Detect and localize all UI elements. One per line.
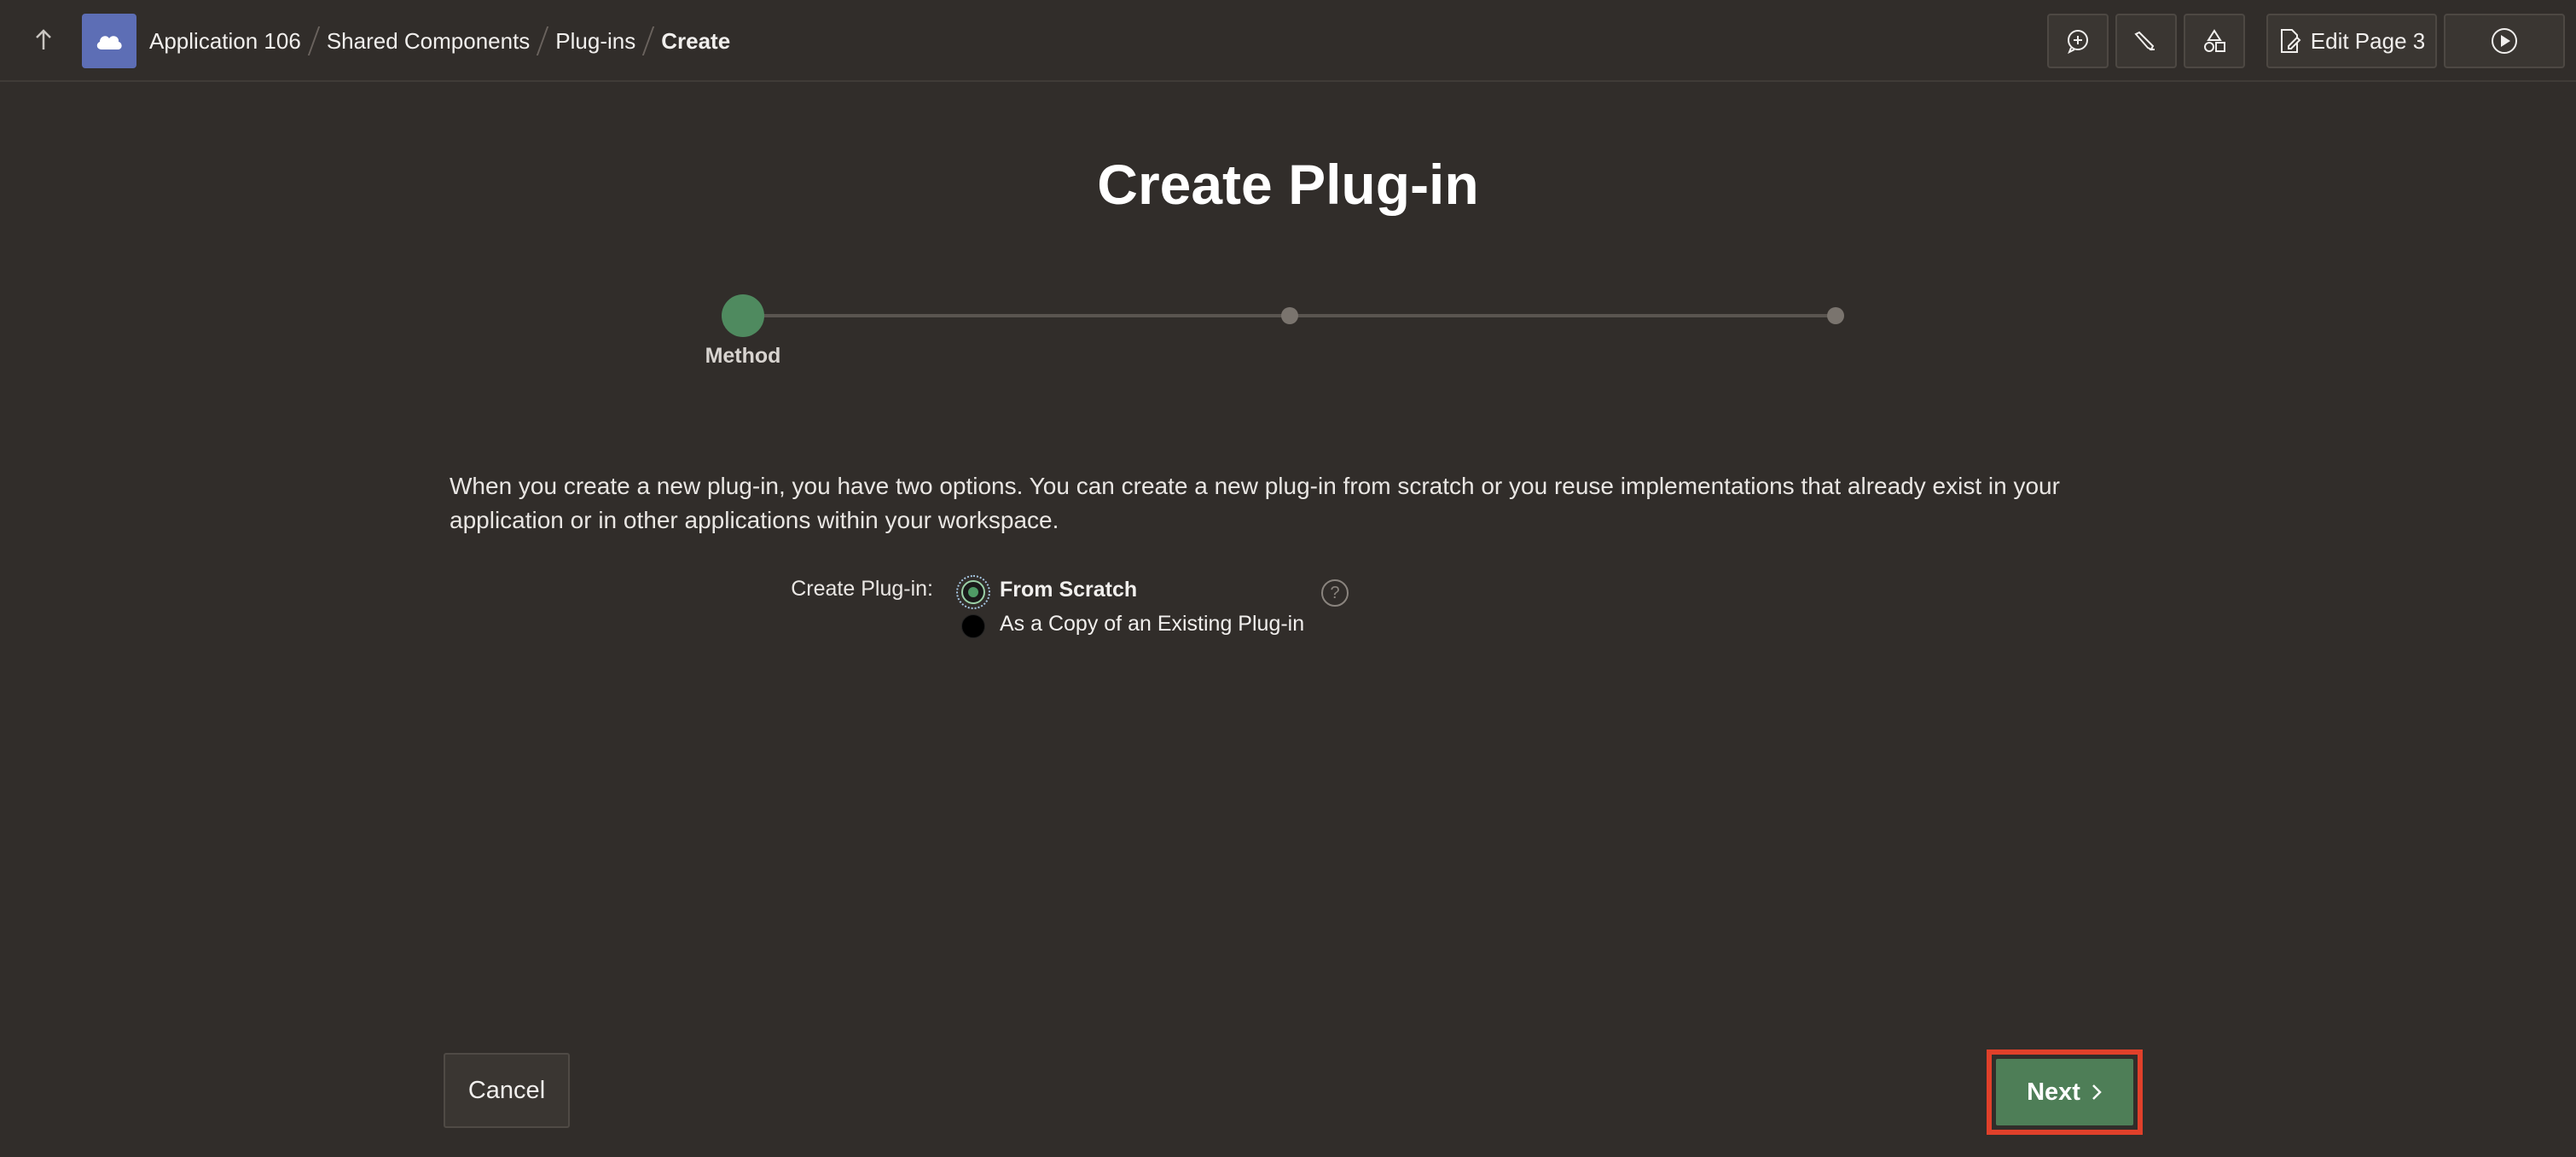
edit-page-label: Edit Page 3: [2310, 27, 2426, 54]
arrow-up-icon[interactable]: [31, 22, 56, 56]
pencil-icon: [2134, 31, 2155, 51]
wizard-step-3-marker: [1827, 307, 1844, 324]
page-title: Create Plug-in: [1097, 153, 1479, 216]
radio-selected-dot: [968, 587, 978, 597]
breadcrumb-application[interactable]: Application 106: [149, 28, 301, 55]
debug-button[interactable]: [2115, 14, 2177, 68]
comment-add-icon: [2068, 30, 2088, 55]
breadcrumb-separator: [537, 26, 549, 55]
help-icon[interactable]: ?: [1321, 579, 1349, 607]
wizard-step-2-marker: [1281, 307, 1298, 324]
cloud-icon: [96, 36, 122, 49]
from-scratch-radio[interactable]: [956, 575, 990, 609]
breadcrumb-shared-components[interactable]: Shared Components: [327, 28, 530, 55]
copy-existing-radio[interactable]: [961, 614, 985, 638]
breadcrumb-separator: [307, 26, 320, 55]
breadcrumb-plug-ins[interactable]: Plug-ins: [555, 28, 635, 55]
breadcrumb-separator: [642, 26, 655, 55]
next-label: Next: [2027, 1078, 2080, 1106]
wizard-step-1-label: Method: [705, 344, 781, 368]
method-description: When you create a new plug-in, you have …: [450, 473, 2060, 533]
cancel-label: Cancel: [467, 1076, 546, 1104]
cancel-button[interactable]: Cancel: [444, 1053, 570, 1128]
top-toolbar: Application 106 Shared Components Plug-i…: [0, 0, 2576, 82]
create-plugin-label: Create Plug-in:: [791, 577, 933, 601]
wizard-step-1-marker: [722, 294, 764, 337]
play-icon: [2492, 28, 2517, 54]
chevron-right-icon: [2092, 1084, 2102, 1100]
shapes-button[interactable]: [2184, 14, 2245, 68]
breadcrumb-create: Create: [661, 27, 731, 54]
from-scratch-label[interactable]: From Scratch: [1000, 578, 1137, 602]
breadcrumb: Application 106 Shared Components Plug-i…: [149, 22, 730, 60]
page-edit-icon: [2280, 29, 2301, 53]
comment-button[interactable]: [2047, 14, 2109, 68]
app-logo[interactable]: [82, 14, 136, 68]
next-button[interactable]: Next: [1996, 1059, 2133, 1125]
copy-existing-label[interactable]: As a Copy of an Existing Plug-in: [1000, 612, 1304, 637]
edit-page-button[interactable]: Edit Page 3: [2266, 14, 2437, 68]
run-page-button[interactable]: [2444, 14, 2565, 68]
shapes-icon: [2204, 29, 2225, 52]
